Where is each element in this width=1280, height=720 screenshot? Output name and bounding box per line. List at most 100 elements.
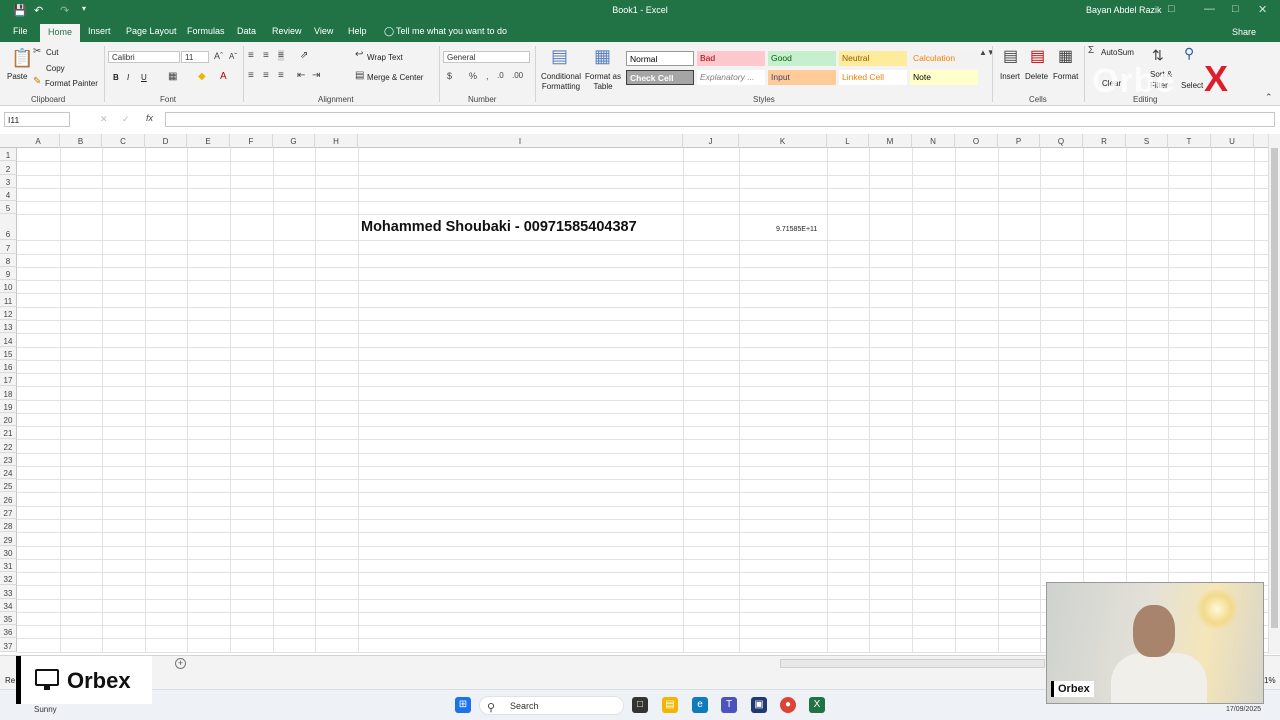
row-header[interactable]: 29 — [0, 532, 17, 546]
format-as-table-button[interactable]: Format as Table — [584, 72, 622, 92]
align-left-icon[interactable]: ≡ — [248, 70, 254, 81]
collapse-ribbon-icon[interactable]: ⌃ — [1265, 92, 1273, 103]
scroll-thumb[interactable] — [1271, 148, 1278, 628]
currency-icon[interactable]: $ — [447, 71, 452, 81]
row-header[interactable]: 11 — [0, 293, 17, 307]
underline-button[interactable]: U — [141, 73, 147, 82]
tab-view[interactable]: View — [314, 26, 333, 36]
cut-button[interactable]: Cut — [46, 48, 58, 57]
tab-help[interactable]: Help — [348, 26, 367, 36]
decrease-decimal-icon[interactable]: .00 — [512, 71, 523, 80]
taskbar-date[interactable]: 17/09/2025 — [1226, 706, 1261, 713]
column-header[interactable]: J — [683, 134, 739, 148]
column-header[interactable]: A — [17, 134, 60, 148]
column-header[interactable]: E — [187, 134, 230, 148]
delete-cells-button[interactable]: Delete — [1025, 72, 1048, 81]
grow-font-icon[interactable]: Aˆ — [214, 51, 223, 61]
find-select-button[interactable]: Select — [1181, 81, 1203, 90]
copy-button[interactable]: Copy — [46, 64, 65, 73]
conditional-formatting-button[interactable]: Conditional Formatting — [538, 72, 584, 92]
worksheet-grid[interactable]: ABCDEFGHIJKLMNOPQRSTU 1 2 3 4 5 6 7 8 9 10 11 12 13 1… — [0, 134, 1268, 653]
autosum-button[interactable]: AutoSum — [1101, 48, 1134, 57]
minimize-icon[interactable]: — — [1204, 3, 1215, 15]
row-header[interactable]: 3 — [0, 174, 17, 188]
align-middle-icon[interactable]: ≡ — [263, 50, 269, 61]
task-view-icon[interactable]: □ — [632, 697, 648, 713]
cell-style-good[interactable]: Good — [768, 51, 836, 66]
row-header[interactable]: 18 — [0, 386, 17, 400]
row-header[interactable]: 23 — [0, 452, 17, 466]
row-header[interactable]: 22 — [0, 439, 17, 453]
row-header[interactable]: 35 — [0, 611, 17, 626]
cell-style-note[interactable]: Note — [910, 70, 978, 85]
row-header[interactable]: 24 — [0, 465, 17, 480]
row-header[interactable]: 2 — [0, 161, 17, 175]
font-color-icon[interactable]: A — [220, 71, 227, 82]
cell-style-input[interactable]: Input — [768, 70, 836, 85]
row-header[interactable]: 5 — [0, 201, 17, 215]
tab-data[interactable]: Data — [237, 26, 256, 36]
row-header[interactable]: 26 — [0, 492, 17, 506]
tab-home[interactable]: Home — [40, 24, 81, 42]
merge-center-button[interactable]: Merge & Center — [367, 73, 423, 82]
fill-color-icon[interactable]: ◆ — [198, 71, 206, 82]
row-header[interactable]: 34 — [0, 598, 17, 612]
row-header[interactable]: 30 — [0, 545, 17, 559]
increase-decimal-icon[interactable]: .0 — [497, 71, 504, 80]
format-cells-button[interactable]: Format — [1053, 72, 1078, 81]
cell-style-linked-cell[interactable]: Linked Cell — [839, 70, 907, 85]
close-icon[interactable]: ✕ — [1258, 3, 1267, 16]
add-sheet-icon[interactable]: + — [175, 658, 186, 669]
chrome-icon[interactable]: ● — [780, 697, 796, 713]
formula-input[interactable] — [165, 112, 1275, 127]
name-box[interactable]: I11 — [4, 112, 70, 127]
row-header[interactable]: 9 — [0, 266, 17, 281]
cell-style-calculation[interactable]: Calculation — [910, 51, 978, 66]
align-top-icon[interactable]: ≡ — [248, 50, 254, 61]
weather-label[interactable]: Sunny — [34, 705, 57, 714]
column-header[interactable]: S — [1126, 134, 1168, 148]
column-header[interactable]: C — [102, 134, 145, 148]
file-explorer-icon[interactable]: ▤ — [662, 697, 678, 713]
row-header[interactable]: 10 — [0, 280, 17, 294]
insert-function-icon[interactable]: fx — [146, 113, 153, 123]
confirm-entry-icon[interactable]: ✓ — [122, 114, 130, 125]
excel-taskbar-icon[interactable]: X — [809, 697, 825, 713]
column-header[interactable]: G — [273, 134, 315, 148]
shrink-font-icon[interactable]: Aˇ — [229, 52, 237, 61]
column-header[interactable]: N — [912, 134, 955, 148]
column-header[interactable]: R — [1083, 134, 1126, 148]
paste-button[interactable]: Paste — [7, 72, 27, 81]
cell-style-bad[interactable]: Bad — [697, 51, 765, 66]
row-header[interactable]: 25 — [0, 479, 17, 493]
row-header[interactable]: 14 — [0, 333, 17, 347]
column-header[interactable]: P — [998, 134, 1040, 148]
row-header[interactable]: 12 — [0, 306, 17, 320]
percent-icon[interactable]: % — [469, 71, 477, 81]
tab-file[interactable]: File — [13, 26, 28, 36]
tell-me-search[interactable]: Tell me what you want to do — [396, 26, 507, 36]
increase-indent-icon[interactable]: ⇥ — [312, 70, 320, 81]
row-header[interactable]: 36 — [0, 625, 17, 639]
font-name-select[interactable]: Calibri — [108, 51, 180, 63]
row-header[interactable]: 6 — [0, 214, 17, 241]
row-header[interactable]: 13 — [0, 319, 17, 334]
column-header[interactable]: B — [60, 134, 102, 148]
teams-icon[interactable]: T — [721, 697, 737, 713]
row-header[interactable]: 28 — [0, 519, 17, 533]
column-header[interactable]: U — [1211, 134, 1254, 148]
tab-page-layout[interactable]: Page Layout — [126, 26, 177, 36]
column-header[interactable]: L — [827, 134, 869, 148]
row-header[interactable]: 4 — [0, 187, 17, 202]
align-bottom-icon[interactable]: ≡ — [278, 50, 284, 61]
row-header[interactable]: 15 — [0, 346, 17, 360]
horizontal-scrollbar[interactable] — [780, 659, 1045, 668]
align-right-icon[interactable]: ≡ — [278, 70, 284, 81]
cell-I6[interactable]: Mohammed Shoubaki - 00971585404387 — [361, 219, 637, 235]
bold-button[interactable]: B — [113, 73, 119, 82]
start-icon[interactable]: ⊞ — [455, 697, 471, 713]
cell-style-explanatory[interactable]: Explanatory ... — [697, 70, 765, 85]
row-header[interactable]: 33 — [0, 585, 17, 599]
number-format-select[interactable]: General — [443, 51, 530, 63]
edge-icon[interactable]: e — [692, 697, 708, 713]
